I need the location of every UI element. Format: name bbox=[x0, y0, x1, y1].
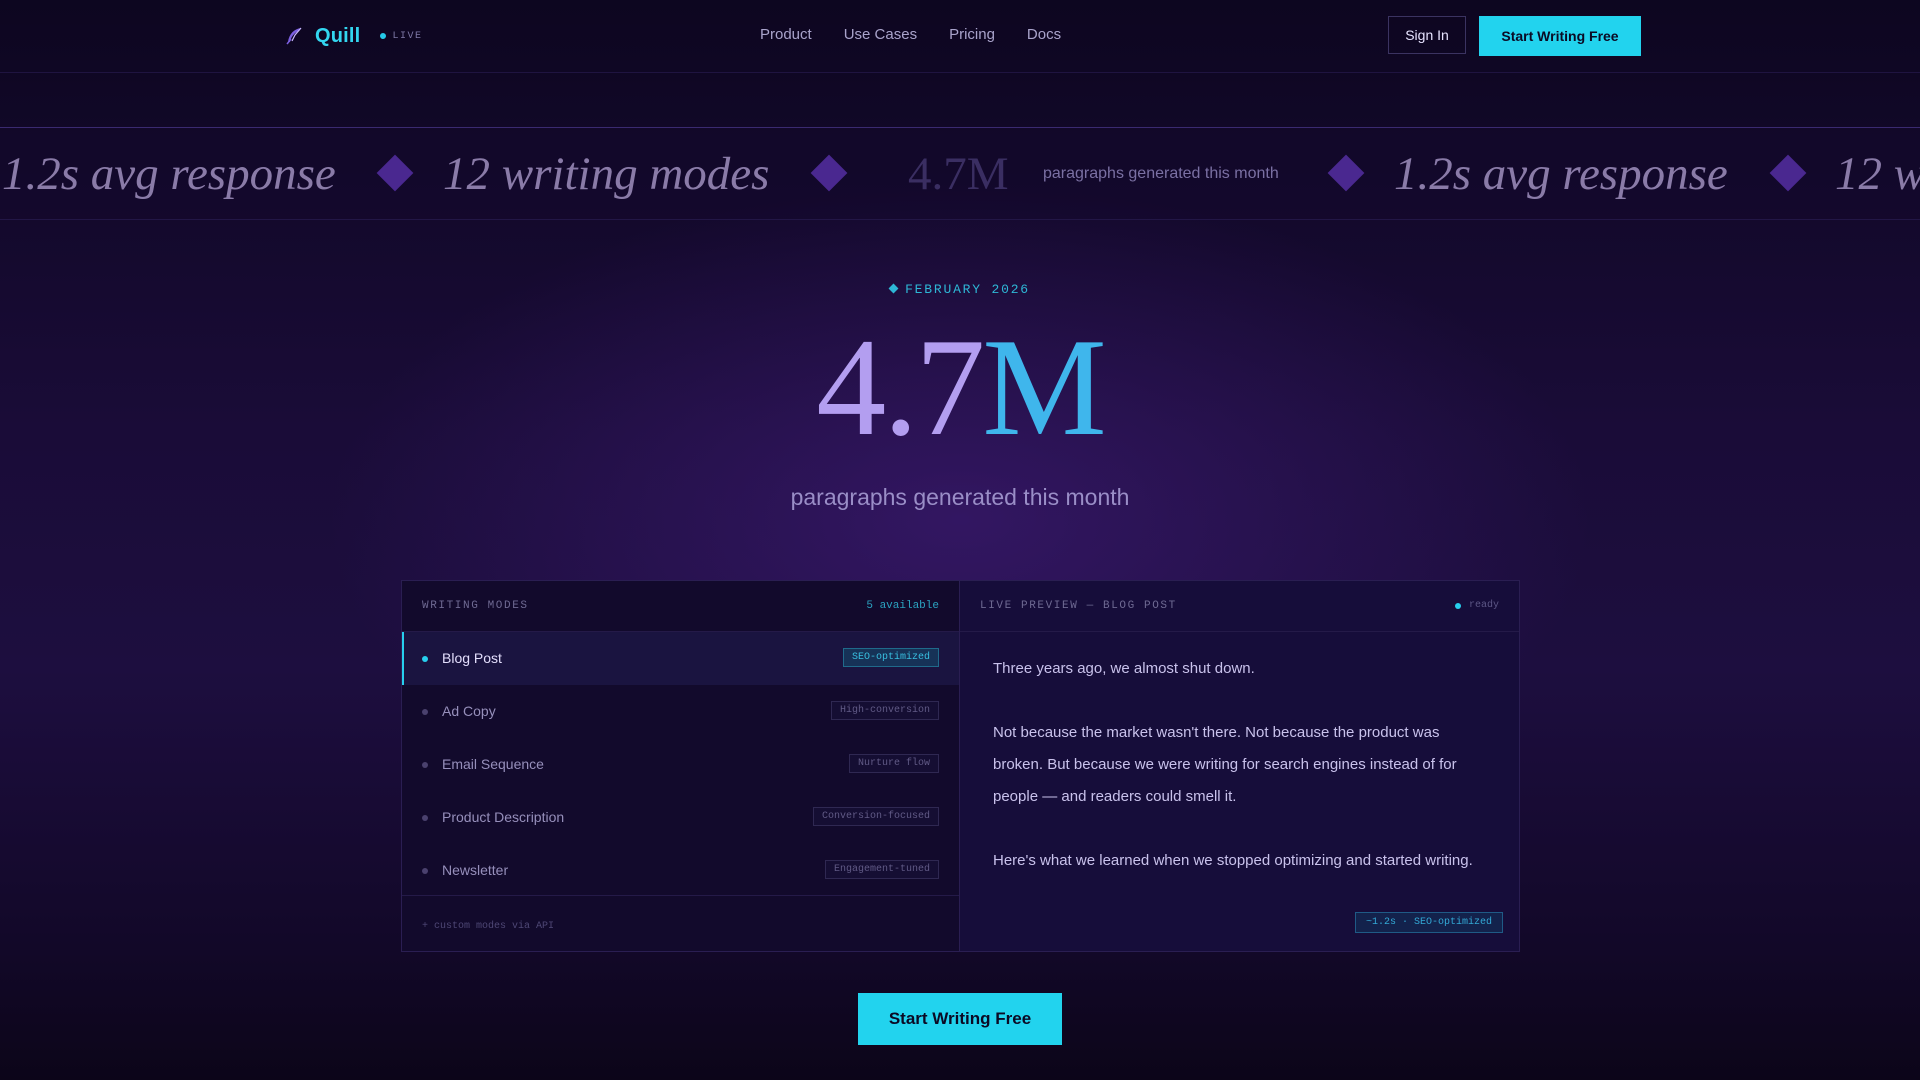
custom-modes-footer: + custom modes via API bbox=[402, 895, 959, 952]
quill-pen-icon bbox=[286, 27, 302, 45]
mode-dot-icon bbox=[422, 709, 428, 715]
preview-paragraph: Not because the market wasn't there. Not… bbox=[993, 724, 1457, 805]
diamond-icon bbox=[1769, 154, 1807, 192]
stats-ticker: 1.2s avg response 12 writing modes 4.7M … bbox=[0, 127, 1920, 220]
hero-stat-unit: M bbox=[982, 310, 1106, 465]
live-preview-header: LIVE PREVIEW — BLOG POST ready bbox=[960, 581, 1519, 632]
modes-available-count: 5 available bbox=[866, 600, 939, 612]
mode-tag: Engagement-tuned bbox=[824, 860, 939, 879]
hero-stat-number: 4.7 bbox=[816, 310, 985, 465]
writing-modes-header: WRITING MODES 5 available bbox=[402, 581, 959, 632]
diamond-icon bbox=[1327, 154, 1365, 192]
mode-label: Ad Copy bbox=[442, 703, 496, 719]
ticker-avg-response-repeat: 1.2s avg response bbox=[1394, 147, 1728, 200]
hero-date-text: FEBRUARY 2026 bbox=[905, 282, 1030, 297]
hero-subtitle: paragraphs generated this month bbox=[790, 484, 1130, 510]
sign-in-button[interactable]: Sign In bbox=[1388, 16, 1466, 54]
diamond-icon bbox=[376, 154, 414, 192]
mode-tag: High-conversion bbox=[830, 701, 939, 720]
start-writing-button[interactable]: Start Writing Free bbox=[858, 993, 1062, 1045]
preview-paragraph: Here's what we learned when we stopped o… bbox=[993, 852, 1473, 869]
ticker-stat-label: paragraphs generated this month bbox=[1043, 164, 1279, 182]
mode-tag: Nurture flow bbox=[848, 754, 939, 773]
diamond-icon bbox=[810, 154, 848, 192]
custom-modes-link[interactable]: + custom modes via API bbox=[422, 921, 554, 932]
mode-tag: Conversion-focused bbox=[812, 807, 939, 826]
ready-status-text: ready bbox=[1468, 600, 1499, 611]
nav-link-use-cases[interactable]: Use Cases bbox=[844, 26, 917, 43]
live-preview-title: LIVE PREVIEW — BLOG POST bbox=[980, 600, 1177, 612]
ticker-writing-modes: 12 writing modes bbox=[443, 147, 770, 200]
mode-label: Blog Post bbox=[442, 650, 502, 666]
nav-link-docs[interactable]: Docs bbox=[1027, 26, 1061, 43]
top-nav: Quill LIVE Product Use Cases Pricing Doc… bbox=[0, 0, 1920, 73]
live-indicator: LIVE bbox=[380, 31, 422, 42]
writing-modes-panel: WRITING MODES 5 available Blog Post SEO-… bbox=[402, 581, 960, 951]
hero-stat-value: 4.7M bbox=[0, 318, 1920, 458]
mode-dot-icon bbox=[422, 762, 428, 768]
ticker-writing-modes-partial: 12 w bbox=[1835, 147, 1920, 200]
demo-panel: WRITING MODES 5 available Blog Post SEO-… bbox=[401, 580, 1520, 952]
mode-item-newsletter[interactable]: Newsletter Engagement-tuned bbox=[402, 844, 959, 897]
mode-dot-icon bbox=[422, 656, 428, 662]
nav-links: Product Use Cases Pricing Docs bbox=[760, 26, 1061, 43]
status-dot-icon bbox=[1454, 602, 1461, 609]
mode-item-product-description[interactable]: Product Description Conversion-focused bbox=[402, 791, 959, 844]
writing-modes-title: WRITING MODES bbox=[422, 600, 529, 612]
mode-item-email-sequence[interactable]: Email Sequence Nurture flow bbox=[402, 738, 959, 791]
mode-item-ad-copy[interactable]: Ad Copy High-conversion bbox=[402, 685, 959, 738]
logo[interactable]: Quill LIVE bbox=[285, 24, 422, 48]
hero-date: FEBRUARY 2026 bbox=[0, 282, 1920, 297]
nav-link-product[interactable]: Product bbox=[760, 26, 812, 43]
preview-text: Three years ago, we almost shut down. No… bbox=[993, 653, 1483, 877]
brand-name: Quill bbox=[315, 24, 361, 47]
mode-item-blog-post[interactable]: Blog Post SEO-optimized bbox=[402, 632, 959, 685]
live-dot-icon bbox=[380, 33, 387, 39]
mode-label: Product Description bbox=[442, 809, 565, 825]
ticker-stat-value: 4.7M bbox=[908, 147, 1009, 200]
preview-paragraph: Three years ago, we almost shut down. bbox=[993, 660, 1255, 677]
ticker-avg-response: 1.2s avg response bbox=[2, 147, 336, 200]
mode-dot-icon bbox=[422, 815, 428, 821]
start-writing-button-nav[interactable]: Start Writing Free bbox=[1479, 16, 1641, 56]
mode-label: Newsletter bbox=[442, 862, 509, 878]
mode-tag: SEO-optimized bbox=[842, 648, 939, 667]
diamond-icon bbox=[888, 283, 899, 294]
live-label: LIVE bbox=[392, 30, 423, 42]
live-preview-panel: LIVE PREVIEW — BLOG POST ready Three yea… bbox=[960, 581, 1519, 951]
ready-status: ready bbox=[1454, 600, 1499, 611]
generation-badge: ~1.2s · SEO-optimized bbox=[1354, 912, 1503, 933]
mode-label: Email Sequence bbox=[442, 756, 544, 772]
mode-dot-icon bbox=[422, 868, 428, 874]
nav-link-pricing[interactable]: Pricing bbox=[949, 26, 995, 43]
